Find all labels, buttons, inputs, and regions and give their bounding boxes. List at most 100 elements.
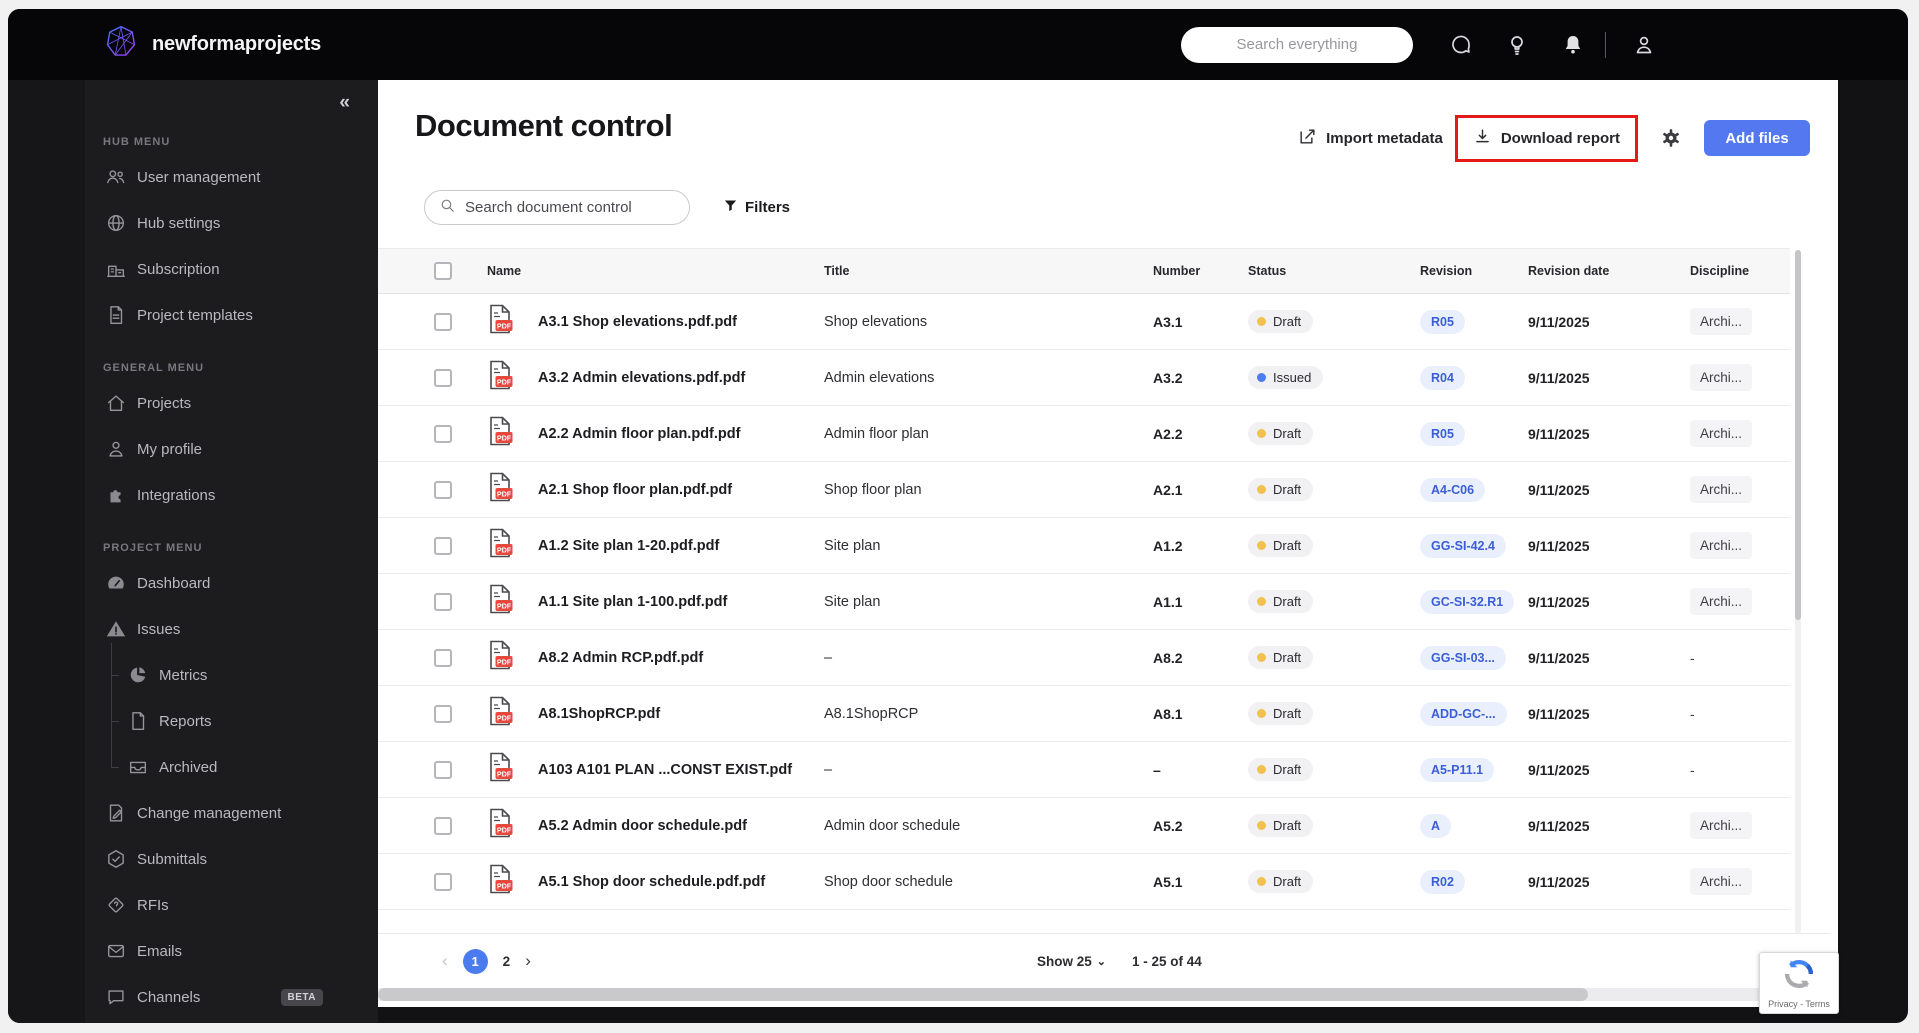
revision-badge[interactable]: A5-P11.1: [1420, 757, 1495, 782]
row-checkbox[interactable]: [434, 760, 452, 779]
sidebar-item-rfis[interactable]: RFIs: [85, 882, 378, 928]
revision-badge[interactable]: GC-SI-32.R1: [1420, 589, 1515, 614]
revision-badge[interactable]: A: [1420, 813, 1452, 838]
revision-badge[interactable]: GG-SI-42.4: [1420, 533, 1506, 558]
status-dot: [1257, 765, 1266, 774]
table-row[interactable]: PDF A3.1 Shop elevations.pdf.pdf Shop el…: [378, 294, 1790, 350]
status-badge: Draft: [1248, 646, 1314, 669]
table-row[interactable]: PDF A2.2 Admin floor plan.pdf.pdf Admin …: [378, 406, 1790, 462]
row-checkbox[interactable]: [434, 648, 452, 667]
notifications-bell-icon[interactable]: [1561, 33, 1585, 57]
sidebar-item-user-management[interactable]: User management: [85, 154, 378, 200]
hexagon-check-icon: [105, 848, 127, 870]
window-left-strip: [8, 9, 85, 1023]
table-row[interactable]: PDF A8.2 Admin RCP.pdf.pdf – A8.2 Draft: [378, 630, 1790, 686]
page-2-button[interactable]: 2: [503, 954, 511, 969]
table-row[interactable]: PDF A1.2 Site plan 1-20.pdf.pdf Site pla…: [378, 518, 1790, 574]
revision-badge[interactable]: ADD-GC-...: [1420, 701, 1507, 726]
lightbulb-icon[interactable]: [1505, 33, 1529, 57]
sidebar-item-label: Dashboard: [137, 574, 211, 592]
filters-button[interactable]: Filters: [723, 198, 790, 217]
search-document-input[interactable]: [465, 199, 675, 216]
prev-page-chevron-icon[interactable]: ‹: [442, 951, 448, 971]
status-label: Draft: [1273, 538, 1302, 553]
vertical-scrollbar-thumb[interactable]: [1795, 250, 1801, 620]
revision-badge[interactable]: R05: [1420, 421, 1465, 446]
row-checkbox[interactable]: [434, 816, 452, 835]
table-row[interactable]: PDF A3.2 Admin elevations.pdf.pdf Admin …: [378, 350, 1790, 406]
sidebar-item-reports[interactable]: Reports: [111, 698, 378, 744]
file-name: A1.2 Site plan 1-20.pdf.pdf: [538, 537, 720, 554]
doc-number: A1.1: [1153, 593, 1183, 610]
revision-badge[interactable]: R05: [1420, 309, 1465, 334]
row-checkbox[interactable]: [434, 536, 452, 555]
sidebar-item-projects[interactable]: Projects: [85, 380, 378, 426]
status-badge: Draft: [1248, 590, 1314, 613]
sidebar-item-project-templates[interactable]: Project templates: [85, 292, 378, 338]
sidebar-item-subscription[interactable]: Subscription: [85, 246, 378, 292]
row-checkbox[interactable]: [434, 424, 452, 443]
file-name: A8.2 Admin RCP.pdf.pdf: [538, 649, 704, 666]
select-all-checkbox[interactable]: [434, 262, 452, 280]
horizontal-scrollbar-thumb[interactable]: [378, 988, 1588, 1001]
import-metadata-button[interactable]: Import metadata: [1298, 127, 1443, 150]
table-row[interactable]: PDF A2.1 Shop floor plan.pdf.pdf Shop fl…: [378, 462, 1790, 518]
table-row[interactable]: PDF A103 A101 PLAN ...CONST EXIST.pdf – …: [378, 742, 1790, 798]
search-everything-input[interactable]: [1181, 26, 1413, 63]
sidebar-section-hub-menu: HUB MENU: [103, 136, 171, 148]
row-checkbox[interactable]: [434, 592, 452, 611]
doc-number: A2.1: [1153, 481, 1183, 498]
table-row[interactable]: PDF A8.1ShopRCP.pdf A8.1ShopRCP A8.1 Dra…: [378, 686, 1790, 742]
sidebar-item-emails[interactable]: Emails: [85, 928, 378, 974]
add-files-button[interactable]: Add files: [1704, 120, 1810, 156]
table-row[interactable]: PDF A1.1 Site plan 1-100.pdf.pdf Site pl…: [378, 574, 1790, 630]
revision-badge[interactable]: R04: [1420, 365, 1465, 390]
row-checkbox[interactable]: [434, 312, 452, 331]
page-1-button[interactable]: 1: [462, 948, 488, 974]
sidebar-item-channels[interactable]: Channels BETA: [85, 974, 378, 1020]
sidebar-item-archived[interactable]: Archived: [111, 744, 378, 790]
home-icon: [105, 392, 127, 414]
name-cell: PDF A2.2 Admin floor plan.pdf.pdf: [487, 416, 824, 451]
discipline-value: Archi...: [1690, 588, 1753, 615]
row-checkbox[interactable]: [434, 480, 452, 499]
show-per-page-select[interactable]: Show 25 ⌄: [1037, 954, 1106, 969]
sidebar-item-submittals[interactable]: Submittals: [85, 836, 378, 882]
revision-badge[interactable]: A4-C06: [1420, 477, 1486, 502]
col-status: Status: [1248, 264, 1287, 278]
table-row[interactable]: PDF A5.2 Admin door schedule.pdf Admin d…: [378, 798, 1790, 854]
sidebar-item-label: Change management: [137, 804, 282, 822]
account-user-icon[interactable]: [1632, 33, 1656, 57]
revision-badge[interactable]: R02: [1420, 869, 1465, 894]
revision-badge[interactable]: GG-SI-03...: [1420, 645, 1506, 670]
status-label: Draft: [1273, 426, 1302, 441]
chat-icon[interactable]: [1449, 33, 1473, 57]
sidebar-item-metrics[interactable]: Metrics: [111, 652, 378, 698]
result-range: 1 - 25 of 44: [1131, 953, 1202, 969]
sidebar-item-my-profile[interactable]: My profile: [85, 426, 378, 472]
pdf-file-icon: PDF: [487, 584, 513, 619]
status-dot: [1257, 317, 1266, 326]
doc-title: –: [824, 761, 833, 778]
sidebar-item-issues[interactable]: Issues: [85, 606, 378, 652]
status-dot: [1257, 597, 1266, 606]
sidebar-item-dashboard[interactable]: Dashboard: [85, 560, 378, 606]
sidebar-collapse-icon[interactable]: «: [339, 92, 349, 114]
svg-text:PDF: PDF: [497, 321, 512, 330]
sidebar-section-general-menu: GENERAL MENU: [103, 362, 205, 374]
download-report-button[interactable]: Download report: [1473, 127, 1620, 150]
row-checkbox[interactable]: [434, 872, 452, 891]
table-row[interactable]: PDF A5.1 Shop door schedule.pdf.pdf Shop…: [378, 854, 1790, 910]
next-page-chevron-icon[interactable]: ›: [525, 951, 531, 971]
sidebar-item-integrations[interactable]: Integrations: [85, 472, 378, 518]
svg-text:PDF: PDF: [497, 657, 512, 666]
sidebar-section-project-menu: PROJECT MENU: [103, 542, 203, 554]
name-cell: PDF A2.1 Shop floor plan.pdf.pdf: [487, 472, 824, 507]
settings-gear-icon[interactable]: [1660, 127, 1682, 149]
row-checkbox[interactable]: [434, 704, 452, 723]
doc-number: A5.1: [1153, 873, 1183, 890]
sidebar-item-hub-settings[interactable]: Hub settings: [85, 200, 378, 246]
row-checkbox[interactable]: [434, 368, 452, 387]
sidebar-item-change-management[interactable]: Change management: [85, 790, 378, 836]
recaptcha-badge[interactable]: Privacy - Terms: [1759, 952, 1839, 1014]
